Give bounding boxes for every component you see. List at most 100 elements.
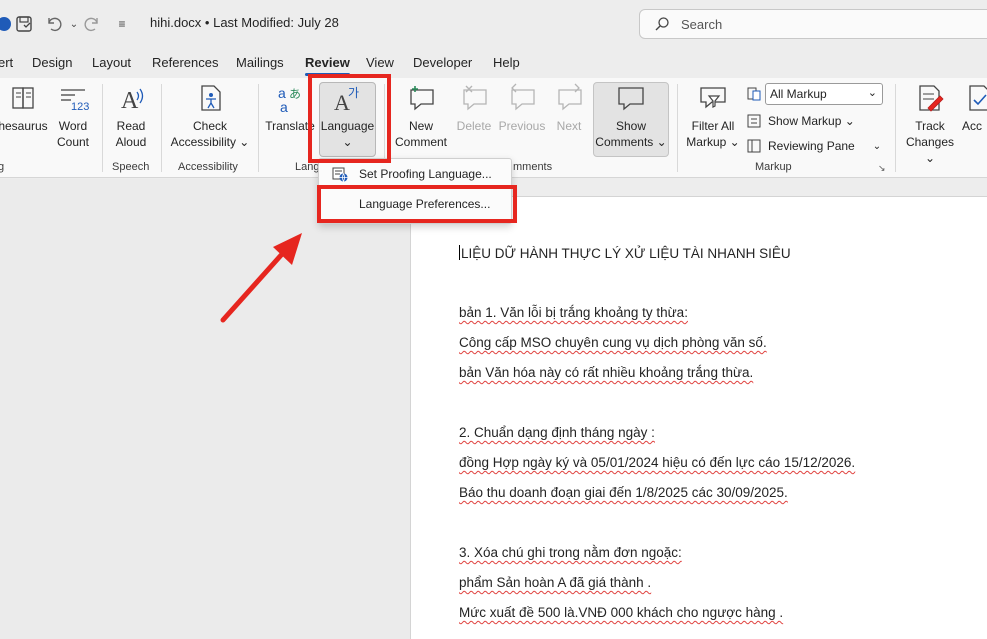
accessibility-icon (201, 85, 221, 111)
language-menu: Set Proofing Language... Language Prefer… (318, 158, 512, 224)
group-separator (677, 84, 678, 172)
book-icon (12, 87, 34, 109)
track-changes-icon (919, 85, 944, 112)
title-bar: ⌄ ≡ hihi.docx • Last Modified: July 28 S… (0, 0, 987, 48)
doc-line[interactable]: bản Văn hóa này có rất nhiều khoảng trắn… (459, 365, 753, 380)
new-comment-label-1: New (408, 119, 433, 133)
thesaurus-button[interactable]: hesaurus (0, 82, 50, 134)
translate-button[interactable]: aあa Translate (262, 82, 318, 134)
svg-text:가: 가 (348, 86, 359, 100)
new-comment-button[interactable]: New Comment (392, 82, 450, 150)
check-accessibility-label-2: Accessibility ⌄ (170, 135, 250, 149)
document-page[interactable]: LIỆU DỮ HÀNH THỰC LÝ XỬ LIỆU TÀI NHANH S… (410, 196, 987, 639)
word-count-label-1: Word (58, 119, 88, 133)
undo-icon[interactable] (44, 14, 64, 34)
track-changes-label-1: Track (915, 119, 945, 133)
track-changes-label-2: Changes ⌄ (905, 135, 955, 165)
markup-view-value: All Markup (770, 87, 827, 101)
group-separator (258, 84, 259, 172)
delete-comment-button[interactable]: Delete (452, 82, 496, 134)
language-chevron: ⌄ (342, 135, 353, 149)
show-markup-icon (747, 114, 761, 128)
svg-text:あ: あ (289, 87, 301, 101)
doc-line[interactable]: Báo thu doanh đoạn giai đến 1/8/2025 các… (459, 485, 788, 500)
search-placeholder: Search (681, 17, 723, 32)
accept-button[interactable]: Acc (962, 82, 987, 134)
reviewing-pane-button[interactable]: Reviewing Pane ⌄ (746, 138, 881, 154)
tab-review[interactable]: Review (305, 55, 350, 76)
check-accessibility-button[interactable]: Check Accessibility ⌄ (167, 82, 253, 150)
ribbon-tabs: ert Design Layout References Mailings Re… (0, 48, 987, 78)
filter-all-markup-button[interactable]: Filter All Markup ⌄ (684, 82, 742, 150)
thesaurus-label: hesaurus (0, 119, 48, 133)
display-review-icon (747, 87, 761, 101)
svg-text:123: 123 (71, 101, 89, 113)
language-icon: A가 (334, 86, 359, 114)
show-comments-button[interactable]: Show Comments ⌄ (593, 82, 669, 150)
language-preferences-label: Language Preferences... (359, 197, 491, 211)
delete-label: Delete (456, 119, 492, 133)
track-changes-button[interactable]: Track Changes ⌄ (900, 82, 960, 166)
text-cursor (459, 245, 460, 260)
redo-icon[interactable] (82, 14, 102, 34)
tab-developer[interactable]: Developer (413, 55, 472, 70)
doc-line[interactable]: phẩm Sản hoàn A đã giá thành . (459, 575, 651, 590)
customize-toolbar-icon[interactable]: ≡ (112, 14, 132, 34)
tab-layout[interactable]: Layout (92, 55, 131, 70)
display-for-review-row (746, 86, 762, 102)
tab-help[interactable]: Help (493, 55, 520, 70)
translate-label: Translate (265, 119, 315, 133)
tab-insert[interactable]: ert (0, 55, 13, 70)
read-aloud-label-2: Aloud (115, 135, 147, 149)
accept-icon (969, 85, 987, 111)
next-comment-icon (558, 83, 582, 111)
next-label: Next (556, 119, 582, 133)
read-aloud-button[interactable]: A Read Aloud (110, 82, 152, 150)
delete-comment-icon (463, 85, 487, 111)
doc-line[interactable]: đồng Hợp ngày ký và 05/01/2024 hiệu có đ… (459, 455, 855, 470)
proofing-language-icon (332, 167, 348, 182)
doc-line[interactable]: bản 1. Văn lỗi bị trắng khoảng ty thừa: (459, 305, 688, 320)
undo-dropdown-icon[interactable]: ⌄ (64, 14, 84, 34)
red-arrow-icon (220, 233, 302, 323)
doc-line[interactable]: Công cấp MSO chuyên cung vụ dịch phòng v… (459, 335, 767, 350)
filter-all-label-1: Filter All (691, 119, 735, 133)
tab-references[interactable]: References (152, 55, 218, 70)
markup-view-select[interactable]: All Markup ⌄ (765, 83, 883, 105)
search-input[interactable]: Search (639, 9, 987, 39)
language-button[interactable]: A가 Language ⌄ (319, 82, 376, 150)
group-label-comments: mments (513, 161, 553, 173)
save-icon[interactable] (14, 14, 34, 34)
word-count-icon: 123 (61, 89, 89, 113)
show-comments-label-1: Show (615, 119, 647, 133)
doc-line[interactable]: 2. Chuẩn dạng định tháng ngày : (459, 425, 655, 440)
tab-mailings[interactable]: Mailings (236, 55, 284, 70)
group-label-speech: Speech (112, 161, 150, 173)
doc-line-text: LIỆU DỮ HÀNH THỰC LÝ XỬ LIỆU TÀI NHANH S… (461, 246, 791, 261)
doc-line[interactable]: Mức xuất đề 500 là.VNĐ 000 khách cho ngư… (459, 605, 783, 620)
read-aloud-icon: A (121, 88, 144, 114)
show-markup-button[interactable]: Show Markup ⌄ (746, 113, 855, 129)
doc-title-line[interactable]: LIỆU DỮ HÀNH THỰC LÝ XỬ LIỆU TÀI NHANH S… (459, 245, 791, 261)
power-icon[interactable] (0, 14, 14, 34)
check-accessibility-label-1: Check (192, 119, 227, 133)
show-markup-label: Show Markup ⌄ (768, 114, 855, 128)
tab-design[interactable]: Design (32, 55, 72, 70)
new-comment-icon (410, 86, 434, 111)
word-count-button[interactable]: 123 Word Count (52, 82, 94, 150)
group-label-proofing: g (0, 161, 5, 173)
show-comments-label-2: Comments ⌄ (595, 135, 667, 149)
dialog-launcher-icon[interactable]: ↘ (878, 163, 886, 174)
doc-line[interactable]: 3. Xóa chú ghi trong nằm đơn ngoặc: (459, 545, 682, 560)
next-comment-button[interactable]: Next (550, 82, 588, 134)
group-label-accessibility: Accessibility (178, 161, 238, 173)
language-preferences-item[interactable]: Language Preferences... (319, 191, 513, 217)
previous-label: Previous (498, 119, 546, 133)
tab-view[interactable]: View (366, 55, 394, 70)
set-proofing-language-item[interactable]: Set Proofing Language... (319, 161, 513, 187)
previous-comment-icon (511, 83, 535, 111)
previous-comment-button[interactable]: Previous (498, 82, 546, 134)
read-aloud-label-1: Read (116, 119, 146, 133)
document-title[interactable]: hihi.docx • Last Modified: July 28 (150, 15, 339, 30)
translate-icon: a あa (278, 85, 301, 114)
